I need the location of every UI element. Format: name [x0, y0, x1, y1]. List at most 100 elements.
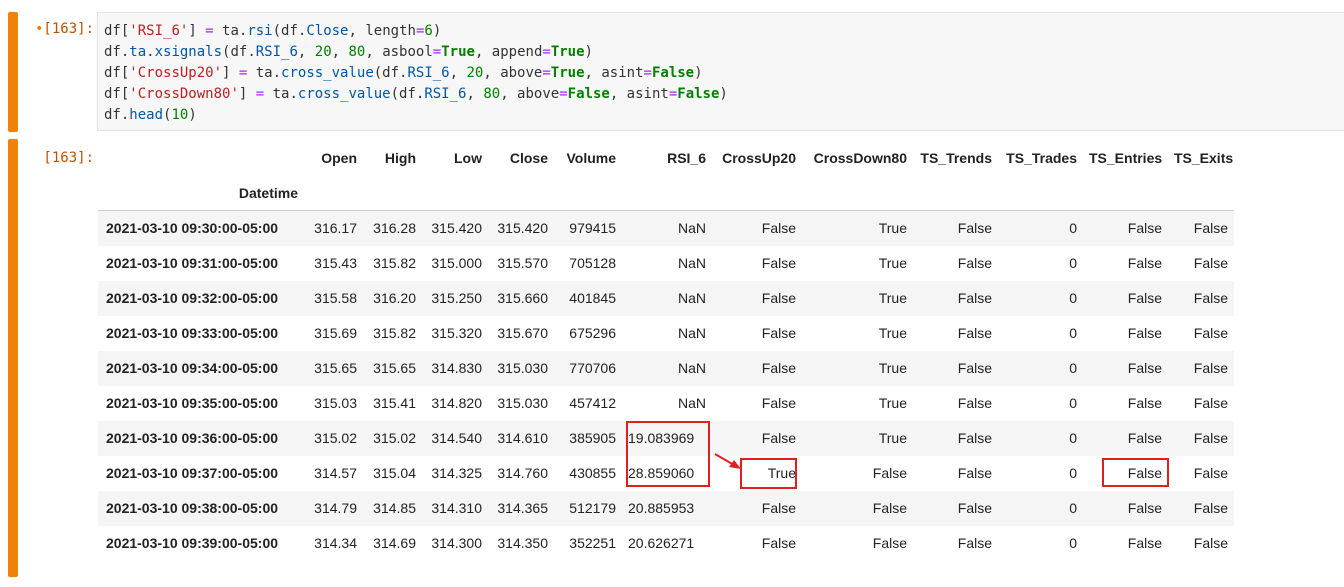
table-cell: NaN — [677, 395, 706, 411]
table-cell: 314.820 — [431, 395, 482, 411]
code-text[interactable]: df['RSI_6'] = ta.rsi(df.Close, length=6)… — [104, 21, 728, 126]
table-cell: False — [1193, 220, 1228, 237]
table-cell: 770706 — [569, 360, 616, 376]
table-cell: 675296 — [569, 325, 616, 341]
table-cell: 315.58 — [314, 290, 357, 306]
code-line-2: df.ta.xsignals(df.RSI_6, 20, 80, asbool=… — [104, 44, 593, 60]
table-cell: False — [1193, 535, 1228, 551]
table-cell: 0 — [1069, 500, 1077, 516]
table-cell: 314.85 — [373, 500, 416, 516]
corner-header — [98, 140, 304, 175]
table-cell: NaN — [677, 325, 706, 341]
table-cell: False — [1127, 220, 1162, 237]
table-cell: True — [878, 290, 907, 306]
table-cell: 315.030 — [497, 360, 548, 376]
table-cell: 401845 — [569, 290, 616, 306]
input-prompt: •[163]: — [34, 21, 94, 37]
highlight-entries-box — [1102, 458, 1169, 487]
table-cell: 314.325 — [431, 465, 482, 481]
table-cell: 314.365 — [497, 500, 548, 516]
table-cell: False — [761, 430, 796, 446]
code-editor[interactable]: df['RSI_6'] = ta.rsi(df.Close, length=6)… — [97, 12, 1344, 131]
row-index: 2021-03-10 09:38:00-05:00 — [106, 500, 279, 516]
table-cell: 316.28 — [373, 220, 416, 237]
table-row: 2021-03-10 09:34:00-05:00 315.65 315.65 314… — [98, 350, 1234, 386]
table-cell: 314.300 — [431, 535, 482, 551]
column-header: TS_Entries — [1089, 149, 1163, 166]
table-cell: 315.320 — [431, 325, 482, 341]
table-cell: 0 — [1069, 325, 1077, 341]
column-header: TS_Exits — [1174, 149, 1234, 166]
table-cell: 352251 — [569, 535, 616, 551]
column-header-row: Open High Low Close Volume RSI_6 CrossUp… — [98, 140, 1234, 175]
table-cell: 315.030 — [497, 395, 548, 411]
table-cell: 315.570 — [497, 255, 548, 271]
table-cell: 314.610 — [497, 430, 548, 446]
table-cell: False — [1127, 395, 1162, 411]
row-index: 2021-03-10 09:39:00-05:00 — [106, 535, 279, 551]
input-cell-indicator[interactable] — [8, 12, 18, 132]
code-line-4: df['CrossDown80'] = ta.cross_value(df.RS… — [104, 86, 728, 102]
table-cell: False — [1127, 290, 1162, 306]
column-header: TS_Trades — [1006, 149, 1077, 166]
table-cell: True — [878, 255, 907, 271]
output-cell-indicator[interactable] — [8, 139, 18, 577]
table-cell: 315.000 — [431, 255, 482, 271]
table-cell: 430855 — [569, 465, 616, 481]
table-cell: NaN — [677, 360, 706, 376]
table-cell: True — [878, 360, 907, 376]
table-cell: False — [957, 290, 992, 306]
table-cell: False — [761, 325, 796, 341]
table-cell: True — [878, 220, 907, 237]
table-cell: False — [1127, 255, 1162, 271]
table-cell: 0 — [1069, 290, 1077, 306]
table-cell: False — [761, 395, 796, 411]
highlight-rsi-box — [626, 421, 710, 487]
table-cell: True — [878, 395, 907, 411]
table-cell: 314.830 — [431, 360, 482, 376]
table-cell: False — [1127, 360, 1162, 376]
table-cell: False — [1127, 535, 1162, 551]
table-cell: False — [1193, 465, 1228, 481]
table-cell: False — [957, 535, 992, 551]
row-index: 2021-03-10 09:32:00-05:00 — [106, 290, 279, 306]
table-cell: False — [957, 430, 992, 446]
table-cell: 0 — [1069, 430, 1077, 446]
table-cell: 979415 — [569, 220, 616, 237]
table-cell: False — [1127, 500, 1162, 516]
table-row: 2021-03-10 09:38:00-05:00 314.79 314.85 314… — [98, 490, 1234, 526]
column-header: CrossDown80 — [813, 149, 907, 166]
table-row: 2021-03-10 09:31:00-05:00 315.43 315.82 315… — [98, 246, 1234, 281]
table-cell: False — [761, 500, 796, 516]
column-header: Volume — [566, 149, 616, 166]
table-row: 2021-03-10 09:39:00-05:00 314.34 314.69 314… — [98, 526, 1234, 561]
row-index: 2021-03-10 09:34:00-05:00 — [106, 360, 279, 376]
table-cell: False — [761, 360, 796, 376]
table-cell: NaN — [677, 255, 706, 271]
table-cell: 315.420 — [431, 220, 482, 237]
table-cell: False — [957, 220, 992, 237]
index-name: Datetime — [98, 175, 304, 211]
column-header: RSI_6 — [667, 149, 706, 166]
column-header: CrossUp20 — [722, 149, 796, 166]
table-cell: False — [872, 535, 907, 551]
table-cell: 315.02 — [373, 430, 416, 446]
table-cell: 315.69 — [314, 325, 357, 341]
table-cell: 0 — [1069, 535, 1077, 551]
table-cell: False — [1193, 500, 1228, 516]
table-cell: False — [1193, 430, 1228, 446]
table-cell: 314.350 — [497, 535, 548, 551]
code-line-3: df['CrossUp20'] = ta.cross_value(df.RSI_… — [104, 65, 703, 81]
table-cell: 0 — [1069, 360, 1077, 376]
column-header: Low — [454, 149, 482, 166]
table-cell: 315.04 — [373, 465, 416, 481]
table-cell: False — [761, 220, 796, 237]
column-header: TS_Trends — [920, 149, 992, 166]
table-cell: 512179 — [569, 500, 616, 516]
column-header: Open — [321, 149, 357, 166]
table-cell: 20.626271 — [628, 535, 695, 551]
table-cell: 314.69 — [373, 535, 416, 551]
table-cell: False — [957, 255, 992, 271]
table-row: 2021-03-10 09:33:00-05:00 315.69 315.82 315… — [98, 316, 1234, 351]
table-cell: 315.43 — [314, 255, 357, 271]
